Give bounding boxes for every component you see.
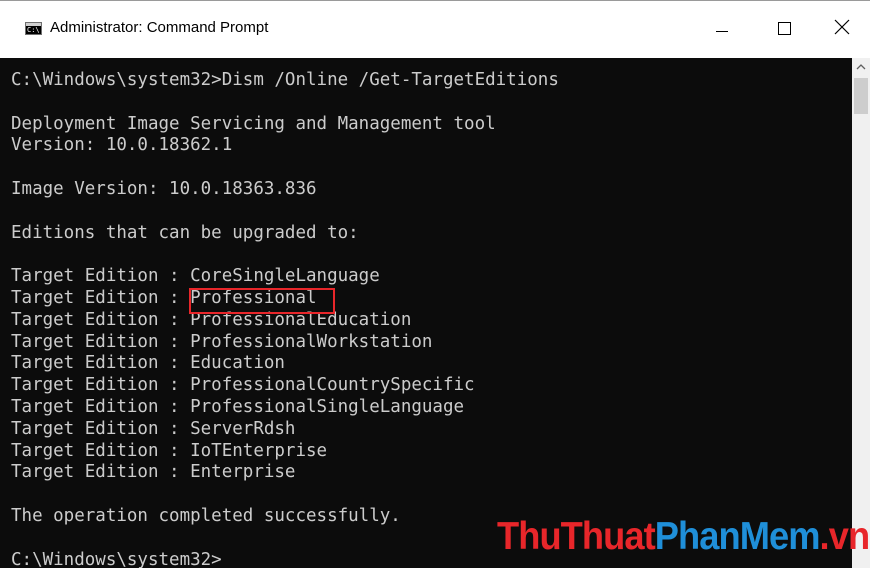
chevron-up-icon: [856, 64, 866, 70]
professional-highlight-box: [189, 288, 335, 314]
vertical-scrollbar[interactable]: [852, 58, 870, 568]
console-line: Target Edition : Education: [11, 353, 285, 374]
console-line: Target Edition : ProfessionalCountrySpec…: [11, 375, 475, 396]
command-prompt-icon[interactable]: C:\: [25, 22, 42, 35]
console-line: C:\Windows\system32>: [11, 549, 222, 568]
icon-label: C:\: [27, 26, 40, 34]
console-line: Editions that can be upgraded to:: [11, 222, 359, 243]
watermark-part-3: .vn: [819, 515, 870, 558]
watermark-logo: ThuThuatPhanMem.vn: [497, 515, 870, 559]
console-line: C:\Windows\system32>Dism /Online /Get-Ta…: [11, 70, 559, 90]
console-line: Target Edition : ServerRdsh: [11, 418, 296, 439]
command-prompt-window: C:\ Administrator: Command Prompt C:\Win…: [0, 0, 870, 568]
close-button[interactable]: [812, 1, 870, 59]
title-bar[interactable]: C:\ Administrator: Command Prompt: [0, 0, 870, 58]
maximize-icon: [778, 22, 791, 35]
console-line: Target Edition : ProfessionalWorkstation: [11, 331, 433, 352]
minimize-button[interactable]: [692, 1, 752, 59]
console-line: Version: 10.0.18362.1: [11, 135, 233, 156]
watermark-part-2: PhanMem: [654, 515, 821, 558]
minimize-icon: [716, 31, 728, 32]
console-line: Deployment Image Servicing and Managemen…: [11, 113, 496, 134]
window-title: Administrator: Command Prompt: [50, 19, 269, 36]
maximize-button[interactable]: [754, 1, 814, 59]
watermark-part-1: ThuThuat: [497, 515, 656, 558]
scroll-thumb[interactable]: [854, 78, 868, 114]
console-line: Target Edition : IoTEnterprise: [11, 440, 328, 461]
console-text: C:\Windows\system32>Dism /Online /Get-Ta…: [11, 70, 559, 568]
console-line: The operation completed successfully.: [11, 505, 401, 526]
console-line: Image Version: 10.0.18363.836: [11, 178, 317, 199]
console-line: Target Edition : ProfessionalSingleLangu…: [11, 396, 465, 417]
scroll-up-button[interactable]: [852, 58, 870, 76]
console-line: Target Edition : Enterprise: [11, 462, 296, 483]
console-output-area[interactable]: C:\Windows\system32>Dism /Online /Get-Ta…: [0, 58, 852, 568]
console-line: Target Edition : CoreSingleLanguage: [11, 266, 380, 287]
close-icon: [834, 19, 850, 35]
